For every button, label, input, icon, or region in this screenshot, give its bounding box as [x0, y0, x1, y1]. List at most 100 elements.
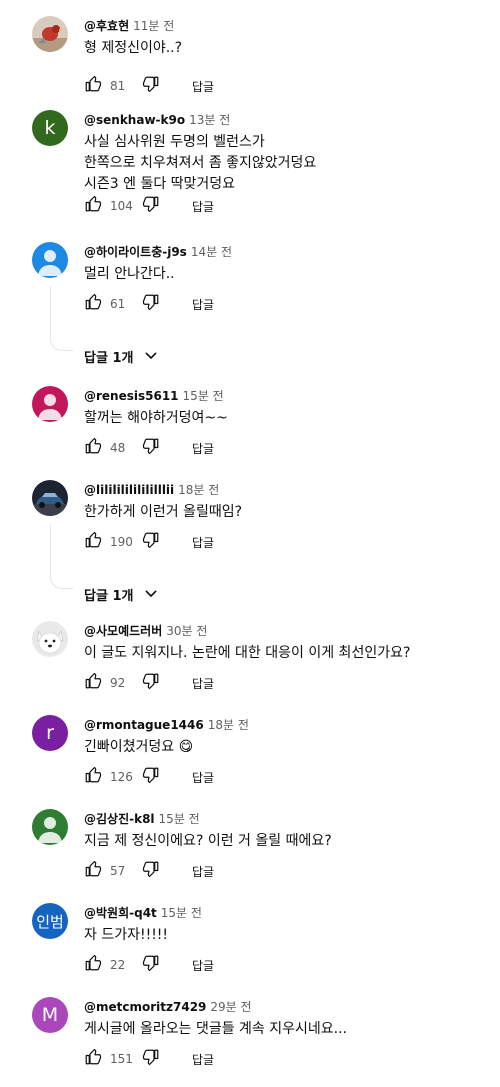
replies-toggle[interactable]: 답글 1개 — [84, 584, 159, 604]
comment-timestamp[interactable]: 29분 전 — [210, 1000, 251, 1014]
like-button[interactable]: 61 — [84, 293, 134, 315]
dislike-button[interactable] — [142, 672, 160, 694]
comment-author[interactable]: @senkhaw-k9o — [84, 113, 185, 127]
avatar[interactable] — [32, 809, 68, 845]
thumbs-up-icon — [84, 1048, 102, 1070]
comment-item: @김상진-k8l 15분 전 지금 제 정신이에요? 이런 거 올릴 때에요? 57 답… — [0, 809, 500, 899]
comment-timestamp[interactable]: 18분 전 — [208, 718, 249, 732]
comment-text: 할꺼는 해야하거덩여~~ — [84, 408, 484, 429]
comment-timestamp[interactable]: 15분 전 — [183, 389, 224, 403]
thumbs-up-icon — [84, 672, 102, 694]
reply-button[interactable]: 답글 — [192, 863, 214, 880]
comment-author[interactable]: @김상진-k8l — [84, 812, 155, 826]
thumbs-up-icon — [84, 75, 102, 97]
comment-author[interactable]: @박원희-q4t — [84, 906, 157, 920]
reply-button[interactable]: 답글 — [192, 198, 214, 215]
chevron-down-icon — [143, 348, 159, 364]
thumbs-down-icon — [142, 1048, 160, 1070]
reply-button[interactable]: 답글 — [192, 78, 214, 95]
dislike-button[interactable] — [142, 293, 160, 315]
comment-text-line: 형 제정신이야..? — [84, 40, 183, 56]
avatar[interactable] — [32, 386, 68, 422]
comment-timestamp[interactable]: 13분 전 — [189, 113, 230, 127]
comment-item: @후효현 11분 전형 제정신이야..? 81 답글 — [0, 16, 500, 106]
comment-timestamp[interactable]: 15분 전 — [161, 906, 202, 920]
like-button[interactable]: 126 — [84, 766, 134, 788]
comment-actions: 61 답글 — [84, 293, 214, 315]
thread-connector — [50, 336, 73, 351]
comment-text-line: 시즌3 엔 둘다 딱맞거덩요 — [84, 176, 236, 192]
avatar[interactable]: M — [32, 997, 68, 1033]
comment-author[interactable]: @metcmoritz7429 — [84, 1000, 206, 1014]
comment-author[interactable]: @renesis5611 — [84, 389, 179, 403]
dislike-button[interactable] — [142, 1048, 160, 1070]
comment-text: 한가하게 이런거 올릴때임? — [84, 502, 484, 523]
thumbs-down-icon — [142, 437, 160, 459]
like-count: 57 — [110, 864, 126, 878]
comment-timestamp[interactable]: 18분 전 — [178, 483, 219, 497]
comment-item: r @rmontague1446 18분 전긴빠이쳤거덩요 😋 126 답글 — [0, 715, 500, 805]
comment-item: k @senkhaw-k9o 13분 전 사실 심사위원 두명의 벨런스가 한쪽으로 치… — [0, 110, 500, 214]
comment-timestamp[interactable]: 11분 전 — [133, 19, 174, 33]
comment-text: 게시글에 올라오는 댓글들 계속 지우시네요... — [84, 1019, 484, 1040]
reply-button[interactable]: 답글 — [192, 957, 214, 974]
comment-author[interactable]: @사모예드러버 — [84, 624, 162, 638]
comment-actions: 22 답글 — [84, 954, 214, 976]
like-button[interactable]: 151 — [84, 1048, 134, 1070]
comment-actions: 57 답글 — [84, 860, 214, 882]
like-count: 48 — [110, 441, 126, 455]
comment-timestamp[interactable]: 15분 전 — [159, 812, 200, 826]
like-button[interactable]: 22 — [84, 954, 134, 976]
avatar[interactable] — [32, 621, 68, 657]
replies-toggle[interactable]: 답글 1개 — [84, 346, 159, 366]
dislike-button[interactable] — [142, 860, 160, 882]
avatar[interactable]: 인범 — [32, 903, 68, 939]
dislike-button[interactable] — [142, 437, 160, 459]
like-button[interactable]: 190 — [84, 531, 134, 553]
avatar[interactable] — [32, 480, 68, 516]
comment-author[interactable]: @후효현 — [84, 19, 129, 33]
thread-line — [50, 524, 51, 576]
like-button[interactable]: 57 — [84, 860, 134, 882]
dislike-button[interactable] — [142, 195, 160, 217]
like-count: 190 — [110, 535, 133, 549]
comment-author[interactable]: @하이라이트충-j9s — [84, 245, 187, 259]
like-button[interactable]: 81 — [84, 75, 134, 97]
comment-actions: 104 답글 — [84, 195, 214, 217]
dislike-button[interactable] — [142, 766, 160, 788]
thumbs-down-icon — [142, 766, 160, 788]
reply-button[interactable]: 답글 — [192, 440, 214, 457]
comment-header: @하이라이트충-j9s 14분 전 — [84, 242, 232, 261]
avatar-letter: r — [46, 722, 54, 744]
like-button[interactable]: 104 — [84, 195, 134, 217]
thumbs-up-icon — [84, 766, 102, 788]
comment-timestamp[interactable]: 14분 전 — [191, 245, 232, 259]
reply-button[interactable]: 답글 — [192, 534, 214, 551]
avatar-letter: k — [44, 117, 56, 139]
dislike-button[interactable] — [142, 531, 160, 553]
comment-author[interactable]: @rmontague1446 — [84, 718, 204, 732]
dislike-button[interactable] — [142, 954, 160, 976]
comment-text-line: 사실 심사위원 두명의 벨런스가 — [84, 134, 265, 150]
reply-button[interactable]: 답글 — [192, 296, 214, 313]
comment-header: @김상진-k8l 15분 전 — [84, 809, 200, 828]
reply-button[interactable]: 답글 — [192, 675, 214, 692]
avatar[interactable]: k — [32, 110, 68, 146]
thumbs-down-icon — [142, 75, 160, 97]
avatar[interactable] — [32, 242, 68, 278]
like-count: 151 — [110, 1052, 133, 1066]
avatar[interactable] — [32, 16, 68, 52]
comment-text: 이 글도 지워지나. 논란에 대한 대응이 이게 최선인가요? — [84, 643, 484, 664]
comment-text-line: 긴빠이쳤거덩요 😋 — [84, 739, 194, 755]
dislike-button[interactable] — [142, 75, 160, 97]
like-button[interactable]: 92 — [84, 672, 134, 694]
comment-text: 멀리 안나간다.. — [84, 264, 484, 285]
comment-actions: 48 답글 — [84, 437, 214, 459]
reply-button[interactable]: 답글 — [192, 1051, 214, 1068]
reply-button[interactable]: 답글 — [192, 769, 214, 786]
like-button[interactable]: 48 — [84, 437, 134, 459]
comment-author[interactable]: @lilililililililllii — [84, 483, 174, 497]
avatar[interactable]: r — [32, 715, 68, 751]
comment-header: @박원희-q4t 15분 전 — [84, 903, 202, 922]
comment-timestamp[interactable]: 30분 전 — [166, 624, 207, 638]
